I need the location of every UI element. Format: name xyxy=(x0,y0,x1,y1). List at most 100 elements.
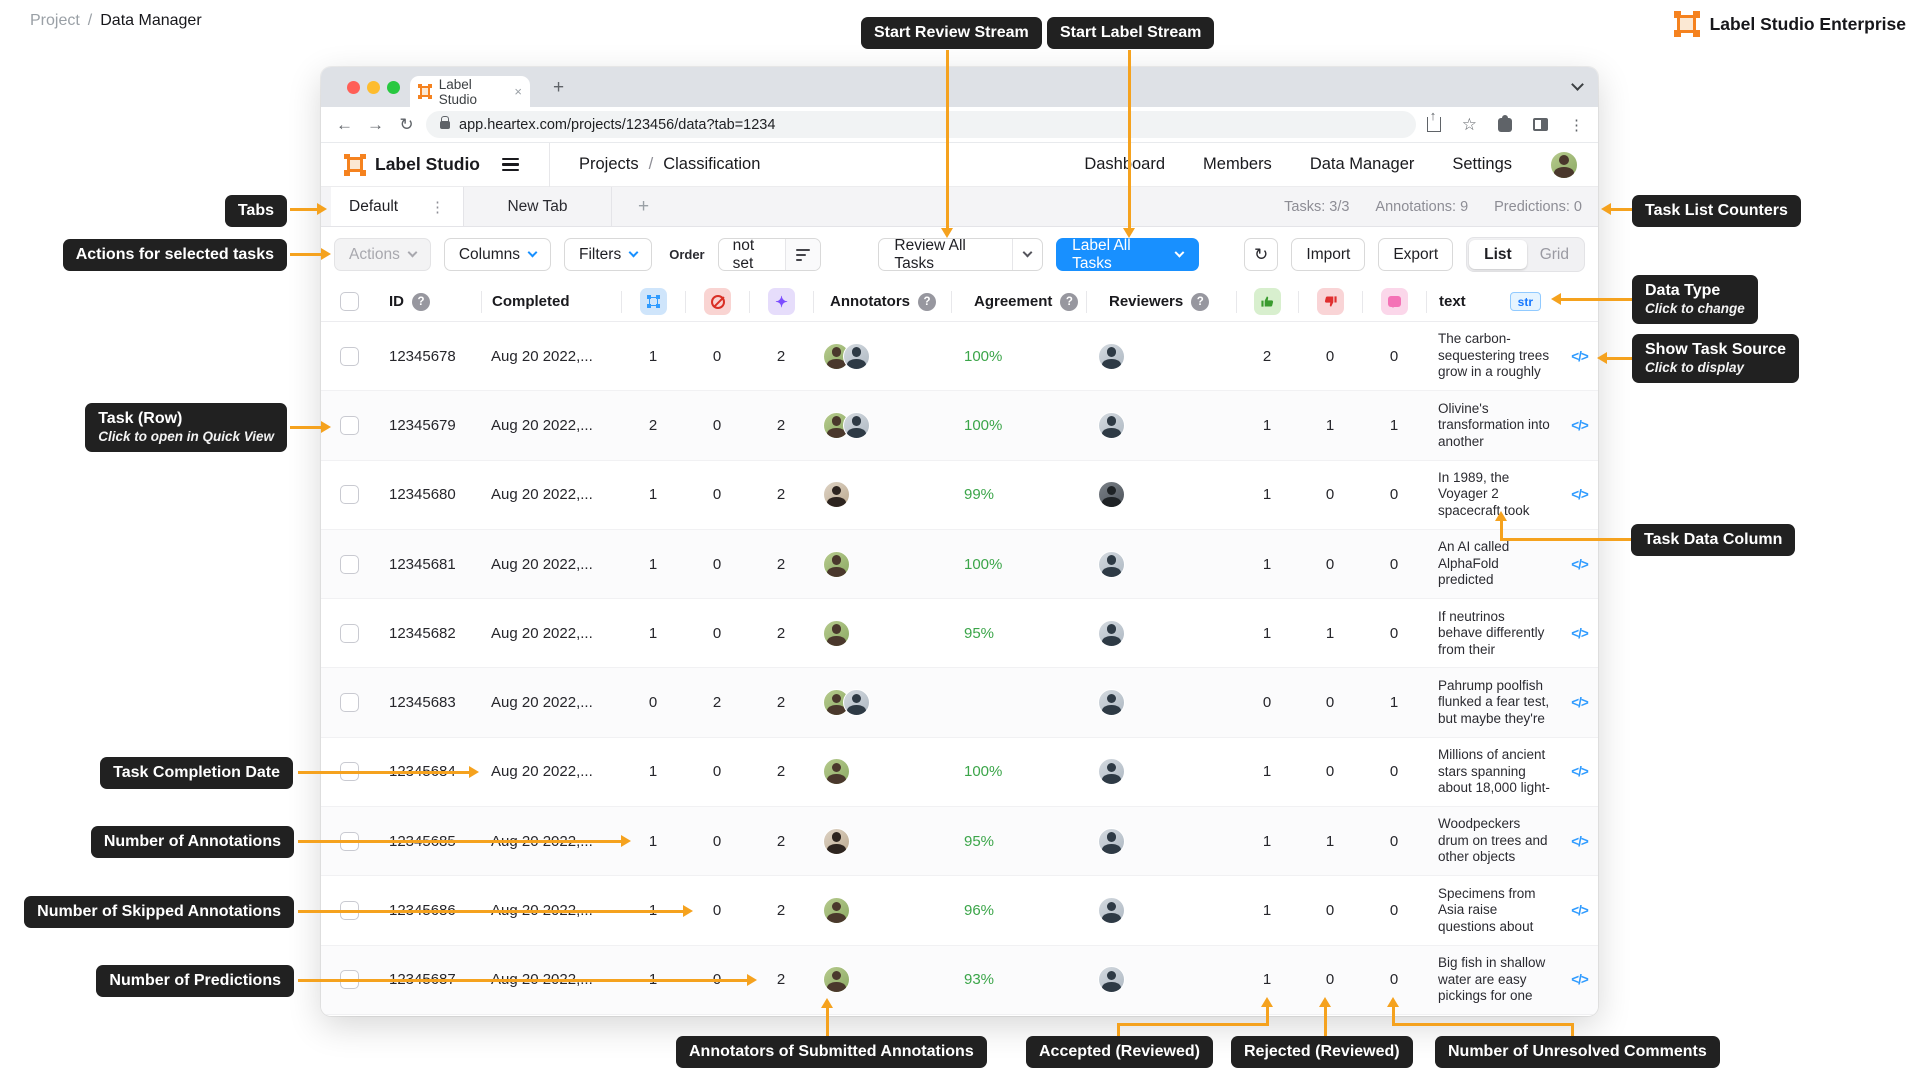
annotator-avatar[interactable] xyxy=(843,689,870,716)
row-checkbox[interactable] xyxy=(340,693,359,712)
annotator-avatar[interactable] xyxy=(843,343,870,370)
row-checkbox[interactable] xyxy=(340,624,359,643)
chevron-down-icon[interactable] xyxy=(1571,78,1584,91)
export-button[interactable]: Export xyxy=(1378,238,1453,271)
col-completed[interactable]: Completed xyxy=(492,293,570,310)
review-dropdown-icon[interactable] xyxy=(1012,239,1042,270)
side-panel-icon[interactable] xyxy=(1533,118,1548,131)
refresh-button[interactable]: ↻ xyxy=(1244,238,1279,271)
task-row[interactable]: 12345683Aug 20 2022,...022001Pahrump poo… xyxy=(321,668,1598,737)
reviewer-avatar[interactable] xyxy=(1098,551,1125,578)
reviewer-avatar[interactable] xyxy=(1098,828,1125,855)
help-icon[interactable]: ? xyxy=(1060,293,1078,311)
sort-icon[interactable] xyxy=(785,239,820,270)
actions-button[interactable]: Actions xyxy=(334,238,431,271)
help-icon[interactable]: ? xyxy=(412,293,430,311)
nav-dashboard[interactable]: Dashboard xyxy=(1084,155,1165,174)
bookmark-star-icon[interactable]: ☆ xyxy=(1462,115,1477,135)
data-type-badge[interactable]: str xyxy=(1510,292,1541,311)
row-checkbox[interactable] xyxy=(340,555,359,574)
reviewer-avatar[interactable] xyxy=(1098,412,1125,439)
task-source-icon[interactable]: </> xyxy=(1561,418,1598,433)
task-source-icon[interactable]: </> xyxy=(1561,557,1598,572)
task-row[interactable]: 12345684Aug 20 2022,...102100%100Million… xyxy=(321,738,1598,807)
traffic-light-zoom[interactable] xyxy=(387,81,400,94)
task-source-icon[interactable]: </> xyxy=(1561,695,1598,710)
col-agreement[interactable]: Agreement xyxy=(974,293,1052,310)
col-reviewers[interactable]: Reviewers xyxy=(1109,293,1183,310)
task-source-icon[interactable]: </> xyxy=(1561,834,1598,849)
app-breadcrumb-root[interactable]: Projects xyxy=(579,155,639,174)
task-row[interactable]: 12345682Aug 20 2022,...10295%110If neutr… xyxy=(321,599,1598,668)
grid-view-button[interactable]: Grid xyxy=(1527,246,1582,264)
skipped-annotations-icon[interactable] xyxy=(704,288,731,315)
task-source-icon[interactable]: </> xyxy=(1561,349,1598,364)
add-tab-icon[interactable]: + xyxy=(612,187,675,226)
reviewer-avatar[interactable] xyxy=(1098,689,1125,716)
annotator-avatar[interactable] xyxy=(823,481,850,508)
filters-button[interactable]: Filters xyxy=(564,238,652,271)
user-avatar[interactable] xyxy=(1550,151,1578,179)
columns-button[interactable]: Columns xyxy=(444,238,551,271)
url-field[interactable]: app.heartex.com/projects/123456/data?tab… xyxy=(426,111,1416,138)
nav-data-manager[interactable]: Data Manager xyxy=(1310,155,1415,174)
traffic-light-close[interactable] xyxy=(347,81,360,94)
reviewer-avatar[interactable] xyxy=(1098,481,1125,508)
predictions-icon[interactable]: ✦ xyxy=(768,288,795,315)
browser-tab[interactable]: Label Studio × xyxy=(410,76,530,107)
back-icon[interactable]: ← xyxy=(329,115,360,135)
col-annotators[interactable]: Annotators xyxy=(830,293,910,310)
hamburger-menu-icon[interactable] xyxy=(502,158,519,171)
tab-menu-icon[interactable]: ⋮ xyxy=(430,198,445,216)
row-checkbox[interactable] xyxy=(340,416,359,435)
task-row[interactable]: 12345681Aug 20 2022,...102100%100An AI c… xyxy=(321,530,1598,599)
breadcrumb-root[interactable]: Project xyxy=(30,12,80,30)
annotator-avatar[interactable] xyxy=(823,551,850,578)
nav-members[interactable]: Members xyxy=(1203,155,1272,174)
reviewer-avatar[interactable] xyxy=(1098,897,1125,924)
comments-icon[interactable] xyxy=(1381,288,1408,315)
tab-new-tab[interactable]: New Tab xyxy=(464,187,612,226)
task-source-icon[interactable]: </> xyxy=(1561,487,1598,502)
app-brand[interactable]: Label Studio xyxy=(321,154,480,176)
import-button[interactable]: Import xyxy=(1291,238,1365,271)
browser-menu-icon[interactable]: ⋮ xyxy=(1569,116,1584,134)
task-source-icon[interactable]: </> xyxy=(1561,626,1598,641)
review-all-tasks-button[interactable]: Review All Tasks xyxy=(878,238,1043,271)
annotations-count-icon[interactable] xyxy=(640,288,667,315)
rejected-icon[interactable] xyxy=(1317,288,1344,315)
reload-icon[interactable]: ↻ xyxy=(391,115,422,135)
task-source-icon[interactable]: </> xyxy=(1561,764,1598,779)
task-source-icon[interactable]: </> xyxy=(1561,903,1598,918)
help-icon[interactable]: ? xyxy=(918,293,936,311)
label-all-tasks-button[interactable]: Label All Tasks xyxy=(1056,238,1199,271)
new-tab-icon[interactable]: + xyxy=(553,77,564,99)
col-id[interactable]: ID xyxy=(389,293,404,310)
forward-icon[interactable]: → xyxy=(360,115,391,135)
reviewer-avatar[interactable] xyxy=(1098,966,1125,993)
annotator-avatar[interactable] xyxy=(823,758,850,785)
annotator-avatar[interactable] xyxy=(823,966,850,993)
list-view-button[interactable]: List xyxy=(1469,240,1527,269)
annotator-avatar[interactable] xyxy=(843,412,870,439)
traffic-light-minimize[interactable] xyxy=(367,81,380,94)
row-checkbox[interactable] xyxy=(340,485,359,504)
task-source-icon[interactable]: </> xyxy=(1561,972,1598,987)
tab-default[interactable]: Default ⋮ xyxy=(331,187,464,226)
row-checkbox[interactable] xyxy=(340,347,359,366)
annotator-avatar[interactable] xyxy=(823,828,850,855)
annotator-avatar[interactable] xyxy=(823,620,850,647)
reviewer-avatar[interactable] xyxy=(1098,758,1125,785)
select-all-checkbox[interactable] xyxy=(340,292,359,311)
reviewer-avatar[interactable] xyxy=(1098,620,1125,647)
annotator-avatar[interactable] xyxy=(823,897,850,924)
order-control[interactable]: not set xyxy=(718,238,822,271)
extensions-icon[interactable] xyxy=(1498,118,1512,132)
accepted-icon[interactable] xyxy=(1254,288,1281,315)
col-text[interactable]: text xyxy=(1439,293,1466,310)
task-row[interactable]: 12345679Aug 20 2022,...202100%111Olivine… xyxy=(321,391,1598,460)
nav-settings[interactable]: Settings xyxy=(1452,155,1512,174)
task-row[interactable]: 12345678Aug 20 2022,...102100%200The car… xyxy=(321,322,1598,391)
tab-close-icon[interactable]: × xyxy=(514,84,522,99)
task-row[interactable]: 12345680Aug 20 2022,...10299%100In 1989,… xyxy=(321,461,1598,530)
